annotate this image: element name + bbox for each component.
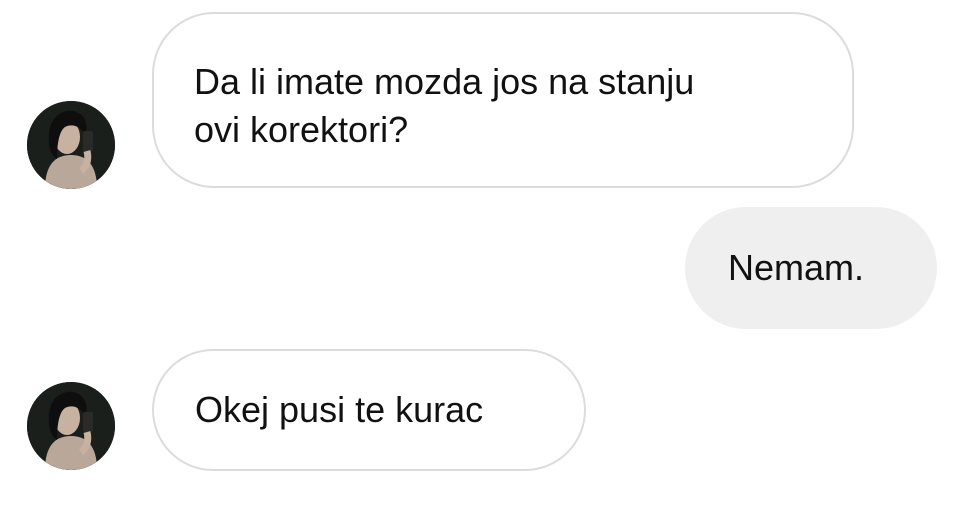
message-bubble-outgoing[interactable]: Nemam. <box>685 207 937 329</box>
message-bubble-incoming[interactable]: Da li imate mozda jos na stanju ovi kore… <box>152 12 854 188</box>
sender-avatar[interactable] <box>27 101 115 189</box>
message-text: Da li imate mozda jos na stanju ovi kore… <box>194 61 695 150</box>
sender-avatar[interactable] <box>27 382 115 470</box>
message-bubble-incoming[interactable]: Okej pusi te kurac <box>152 349 586 471</box>
message-text: Okej pusi te kurac <box>195 389 484 430</box>
message-text: Nemam. <box>728 247 865 288</box>
message-thread: Da li imate mozda jos na stanju ovi kore… <box>0 0 960 530</box>
